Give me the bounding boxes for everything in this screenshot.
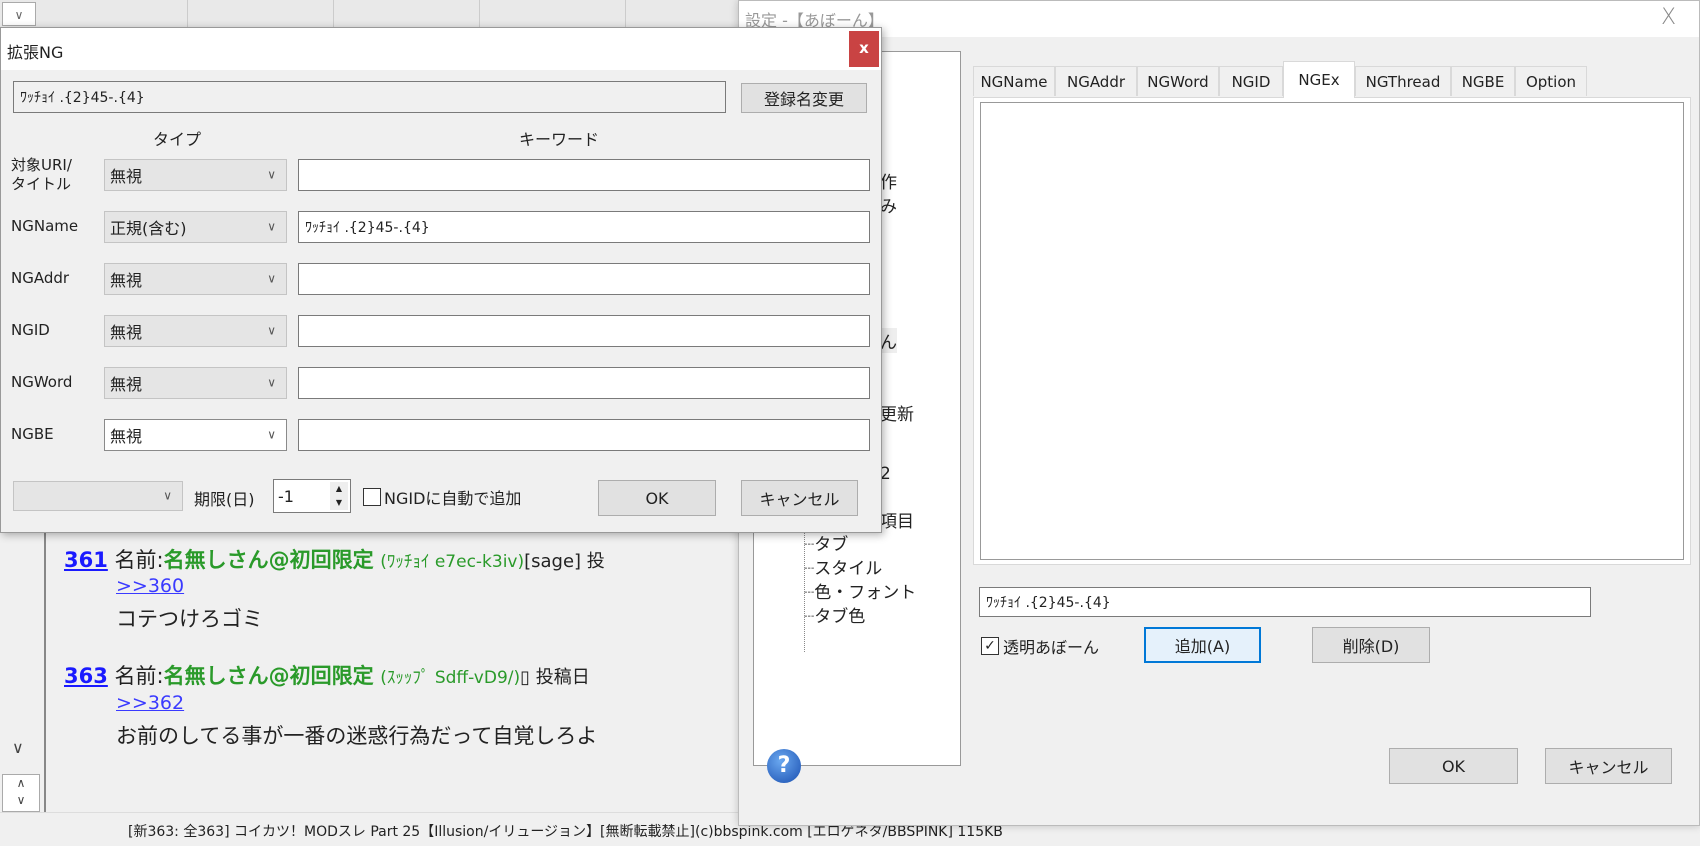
- row-label-uri-title: 対象URI/ タイトル: [11, 156, 72, 193]
- add-button[interactable]: 追加(A): [1144, 627, 1261, 663]
- chevron-down-icon: ∨: [267, 167, 276, 182]
- toolbar-tab[interactable]: [48, 0, 188, 28]
- spinner-updown[interactable]: ∧ ∨: [2, 774, 40, 812]
- keyword-input-uri[interactable]: [298, 159, 870, 191]
- tab-ngex[interactable]: NGEx: [1283, 61, 1355, 98]
- tree-item[interactable]: ん: [880, 328, 897, 353]
- poster-trip: (ﾜｯﾁｮｲ e7ec-k3iv): [380, 552, 525, 572]
- post-361: 361 名前:名無しさん@初回限定 (ﾜｯﾁｮｲ e7ec-k3iv)[sage…: [64, 544, 605, 574]
- poster-trip: (ｽｯｯﾌﾟ Sdff-vD9/): [380, 668, 521, 688]
- tree-item[interactable]: み: [880, 192, 897, 217]
- row-label-ngword: NGWord: [11, 373, 73, 391]
- type-select-ngword[interactable]: 無視 ∨: [104, 367, 287, 399]
- tab-ngword[interactable]: NGWord: [1137, 66, 1219, 96]
- close-icon[interactable]: X: [1661, 5, 1676, 30]
- close-button[interactable]: x: [849, 31, 879, 67]
- expiry-label: 期限(日): [194, 490, 255, 509]
- poster-name: 名無しさん@初回限定: [163, 548, 374, 572]
- tree-item-color-font[interactable]: ┄色・フォント: [804, 578, 916, 603]
- transparent-aborn-checkbox[interactable]: ✓ 透明あぼーん: [981, 634, 1099, 658]
- poster-name: 名無しさん@初回限定: [163, 664, 374, 688]
- tab-ngbe[interactable]: NGBE: [1451, 66, 1515, 96]
- ngex-list[interactable]: [980, 102, 1684, 560]
- tab-ngthread[interactable]: NGThread: [1355, 66, 1451, 96]
- type-select-ngaddr[interactable]: 無視 ∨: [104, 263, 287, 295]
- name-label: 名前:: [114, 548, 164, 572]
- tree-item[interactable]: 項目: [880, 507, 914, 532]
- row-label-ngbe: NGBE: [11, 425, 54, 443]
- chevron-down-icon: ∨: [267, 323, 276, 338]
- chevron-down-icon: ∨: [267, 219, 276, 234]
- settings-cancel-button[interactable]: キャンセル: [1545, 748, 1672, 784]
- ng-name-field[interactable]: ﾜｯﾁｮｲ .{2}45-.{4}: [13, 81, 726, 113]
- name-label: 名前:: [114, 664, 164, 688]
- post-363: 363 名前:名無しさん@初回限定 (ｽｯｯﾌﾟ Sdff-vD9/)▯ 投稿日: [64, 660, 590, 690]
- post-body: お前のしてる事が一番の迷惑行為だって自覚しろよ: [116, 724, 598, 748]
- toolbar-dropdown[interactable]: ∨: [2, 2, 36, 26]
- toolbar-tab[interactable]: [334, 0, 480, 28]
- rename-button[interactable]: 登録名変更: [741, 83, 867, 113]
- keyword-input-ngword[interactable]: [298, 367, 870, 399]
- delete-button[interactable]: 削除(D): [1312, 627, 1430, 663]
- post-number[interactable]: 363: [64, 664, 108, 688]
- keyword-input-ngid[interactable]: [298, 315, 870, 347]
- settings-ok-button[interactable]: OK: [1389, 748, 1518, 784]
- ng-cancel-button[interactable]: キャンセル: [741, 480, 858, 516]
- reply-anchor[interactable]: >>360: [116, 575, 184, 597]
- expiry-value: -1: [278, 486, 294, 506]
- chevron-down-icon: ∨: [267, 427, 276, 442]
- settings-titlebar: 設定 -【あぼーん】 X: [739, 1, 1699, 37]
- ng-dialog: 拡張NG x ﾜｯﾁｮｲ .{2}45-.{4} 登録名変更 タイプ キーワード…: [0, 27, 882, 533]
- row-label-ngaddr: NGAddr: [11, 269, 70, 287]
- posts-area: 361 名前:名無しさん@初回限定 (ﾜｯﾁｮｲ e7ec-k3iv)[sage…: [48, 532, 740, 812]
- expiry-spinner[interactable]: -1 ▲ ▼: [273, 479, 351, 513]
- auto-ngid-checkbox[interactable]: NGIDに自動で追加: [363, 485, 521, 509]
- tree-item-tab-color[interactable]: ┄タブ色: [804, 602, 865, 627]
- tab-panel: [973, 97, 1691, 565]
- spin-up-down-icon[interactable]: ▲ ▼: [330, 482, 348, 510]
- post-meta: ▯ 投稿日: [520, 667, 590, 688]
- tab-ngaddr[interactable]: NGAddr: [1055, 66, 1137, 96]
- keyword-input-ngbe[interactable]: [298, 419, 870, 451]
- column-type-header: タイプ: [153, 130, 202, 149]
- tree-item[interactable]: 作: [880, 168, 897, 193]
- keyword-input-ngname[interactable]: ﾜｯﾁｮｲ .{2}45-.{4}: [298, 211, 870, 243]
- post-body: コテつけろゴミ: [116, 607, 263, 631]
- background-toolbar: ∨: [0, 0, 740, 28]
- row-label-ngid: NGID: [11, 321, 50, 339]
- keyword-input-ngaddr[interactable]: [298, 263, 870, 295]
- help-icon[interactable]: ?: [767, 749, 801, 783]
- checkbox-unchecked-icon: [363, 488, 381, 506]
- reply-anchor[interactable]: >>362: [116, 692, 184, 714]
- post-number[interactable]: 361: [64, 548, 108, 572]
- bottom-select[interactable]: ∨: [13, 481, 183, 511]
- ng-title: 拡張NG: [7, 43, 64, 62]
- column-keyword-header: キーワード: [519, 130, 600, 149]
- tab-ngid[interactable]: NGID: [1219, 66, 1283, 96]
- ng-titlebar: 拡張NG x: [1, 28, 881, 70]
- post-meta: [sage] 投: [524, 551, 605, 572]
- tab-ngname[interactable]: NGName: [973, 66, 1055, 96]
- scroll-down-icon[interactable]: ∨: [12, 738, 24, 757]
- toolbar-tab[interactable]: [480, 0, 626, 28]
- row-label-ngname: NGName: [11, 217, 79, 235]
- tree-item[interactable]: 更新: [880, 400, 914, 425]
- auto-ngid-label: NGIDに自動で追加: [384, 489, 522, 508]
- ng-ok-button[interactable]: OK: [598, 480, 716, 516]
- transparent-aborn-label: 透明あぼーん: [1003, 638, 1100, 657]
- toolbar-tab[interactable]: [188, 0, 334, 28]
- checkbox-checked-icon: ✓: [981, 637, 999, 655]
- tab-option[interactable]: Option: [1515, 66, 1587, 96]
- type-select-ngname[interactable]: 正規(含む) ∨: [104, 211, 287, 243]
- chevron-down-icon: ∨: [267, 375, 276, 390]
- tree-item-style[interactable]: ┄スタイル: [804, 554, 882, 579]
- type-select-uri[interactable]: 無視 ∨: [104, 159, 287, 191]
- settings-dialog: 設定 -【あぼーん】 X 作 み ん 更新 2 項目 ┄タブ ┄スタイル ┄色・…: [738, 0, 1700, 826]
- tree-item-tab[interactable]: ┄タブ: [804, 530, 848, 555]
- type-select-ngbe[interactable]: 無視 ∨: [104, 419, 287, 451]
- ngex-entry-input[interactable]: ﾜｯﾁｮｲ .{2}45-.{4}: [979, 587, 1591, 617]
- chevron-down-icon: ∨: [163, 488, 172, 503]
- type-select-ngid[interactable]: 無視 ∨: [104, 315, 287, 347]
- chevron-down-icon: ∨: [267, 271, 276, 286]
